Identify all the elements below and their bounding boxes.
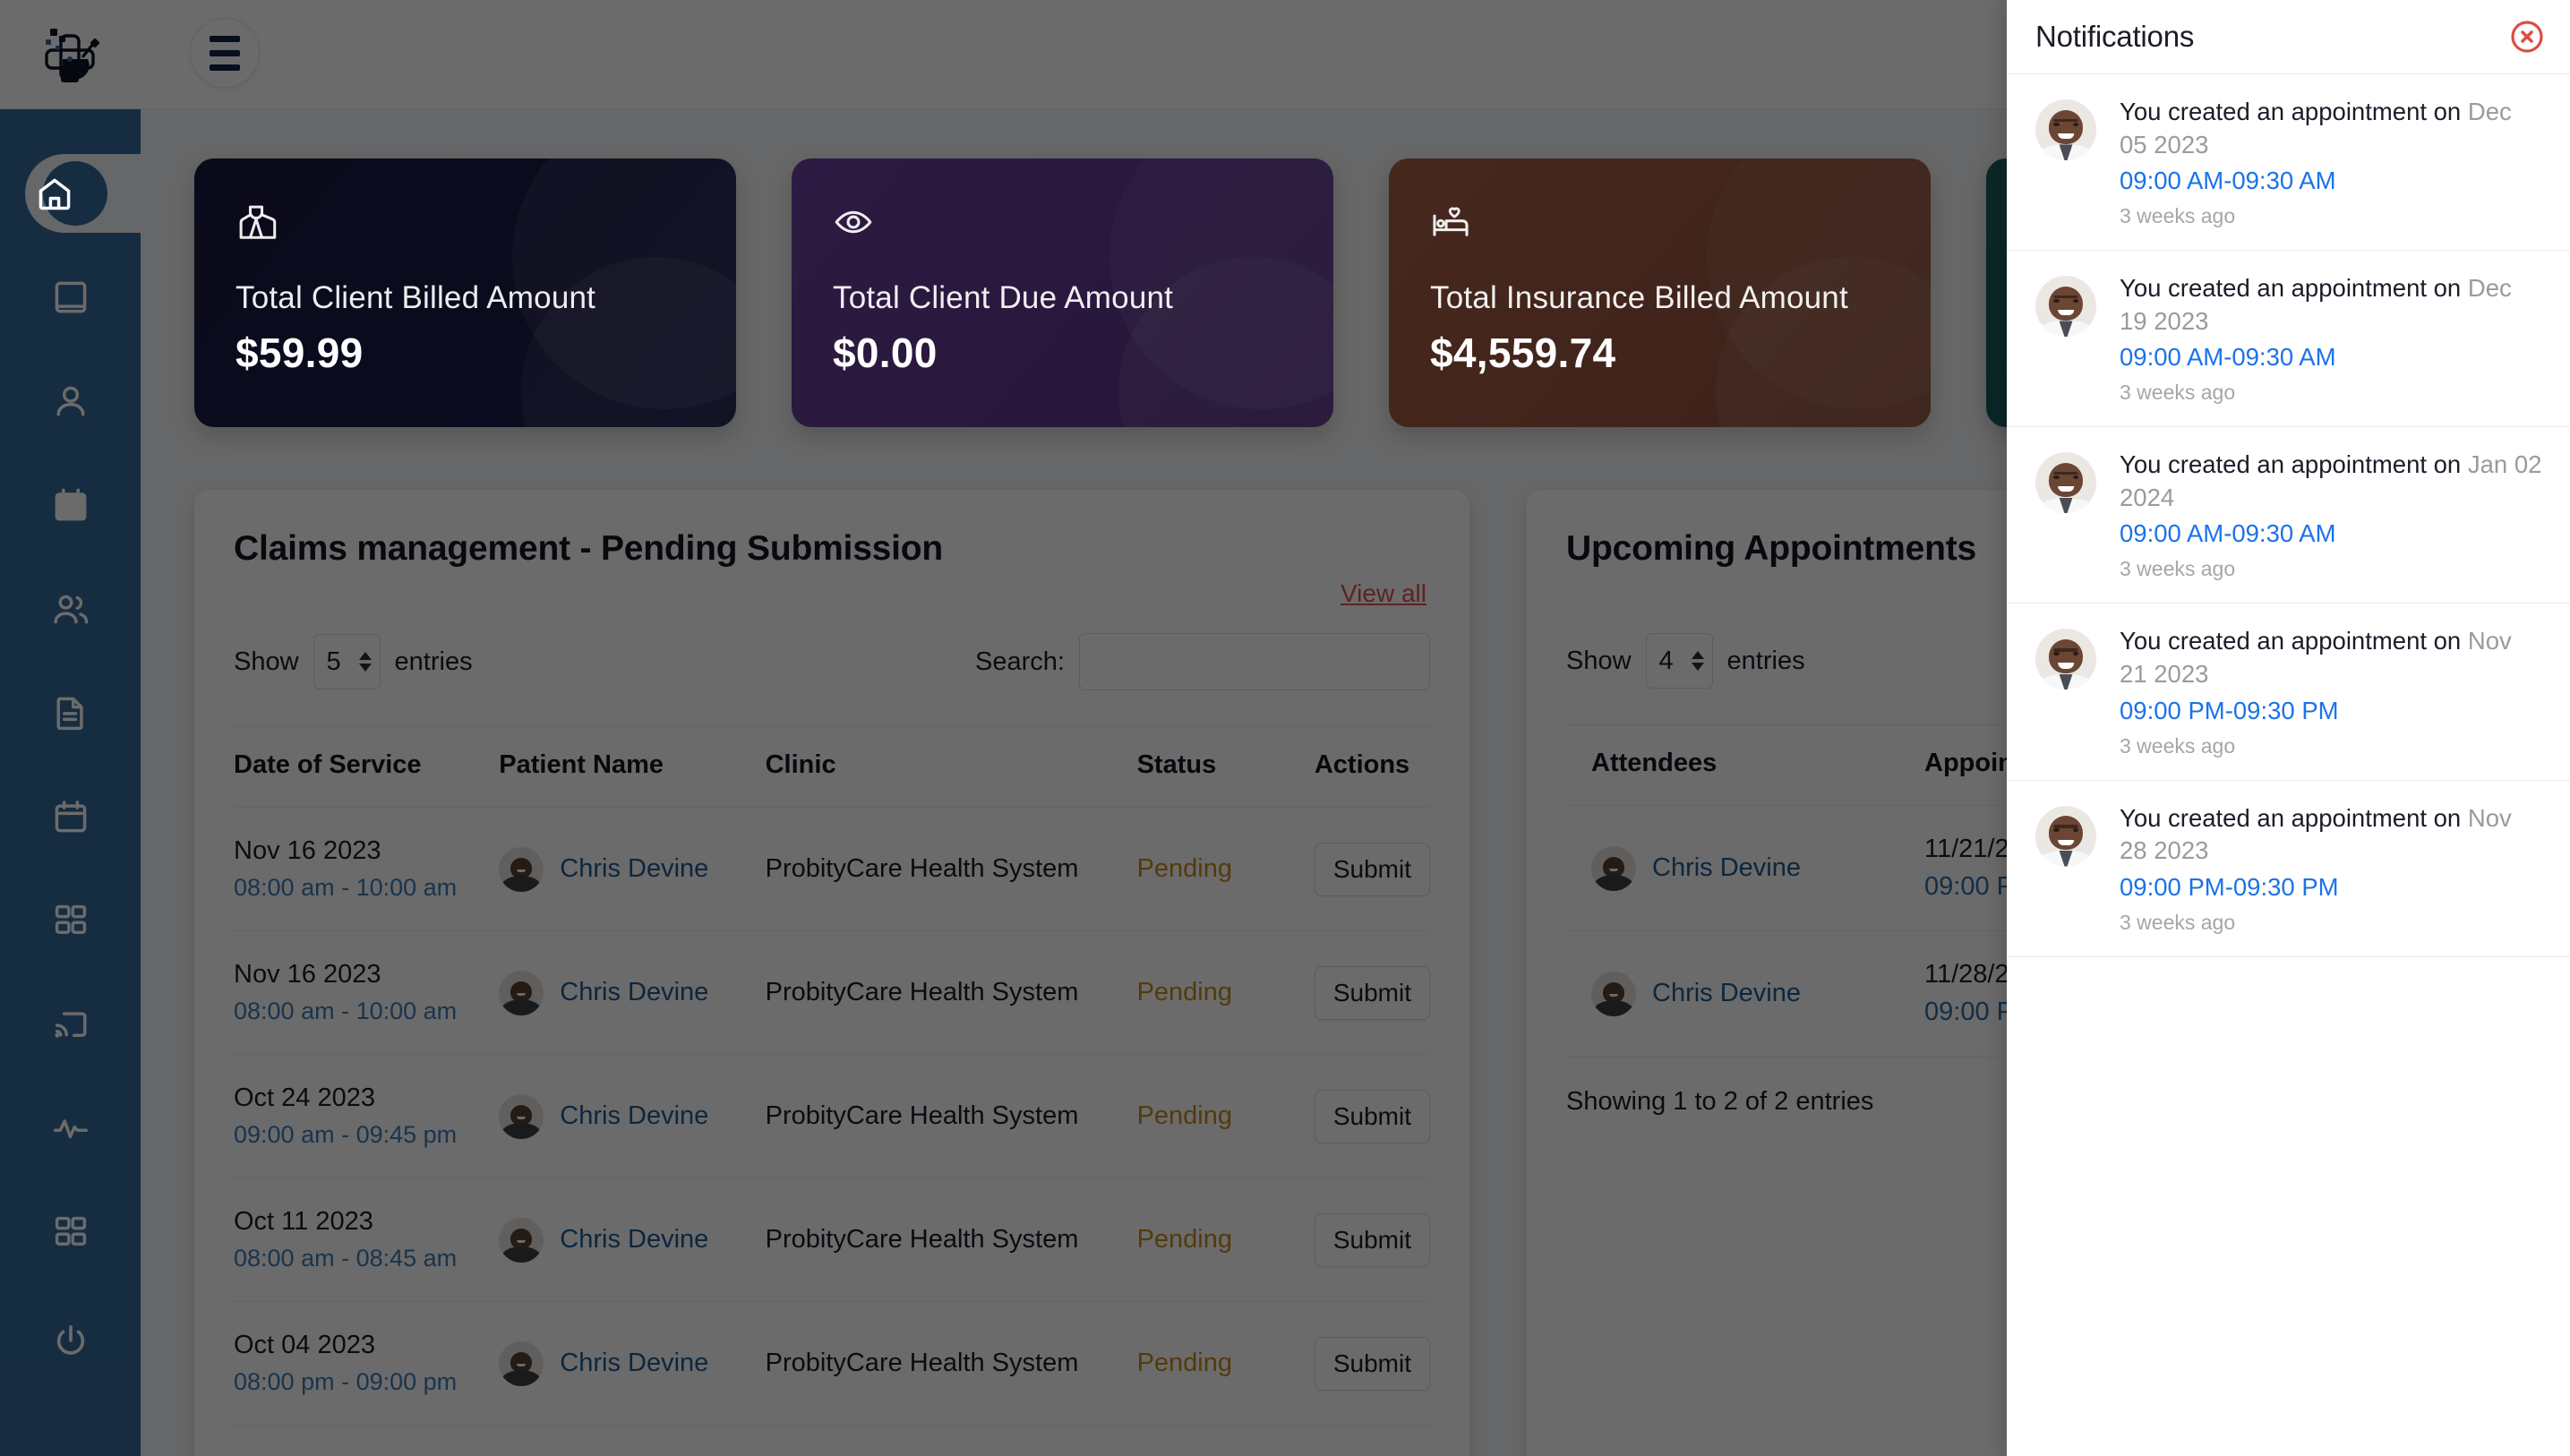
notification-time: 09:00 PM-09:30 PM [2120,872,2339,901]
stat-card-value: $59.99 [236,330,364,376]
eye-icon [833,201,1292,253]
avatar [2035,276,2096,338]
notification-message: You created an appointment on Jan 02 202… [2120,450,2542,511]
notification-relative-time: 3 weeks ago [2120,204,2236,228]
notification-item[interactable]: You created an appointment on Nov 21 202… [2007,604,2570,781]
notification-message: You created an appointment on Dec 19 202… [2120,274,2512,335]
avatar [2035,629,2096,690]
notification-message: You created an appointment on Nov 28 202… [2120,803,2512,865]
stat-card-value: $0.00 [833,330,938,376]
notification-message: You created an appointment on Nov 21 202… [2120,627,2512,688]
hospital-bed-icon [1430,201,1889,253]
notification-item[interactable]: You created an appointment on Dec 05 202… [2007,74,2570,252]
notification-relative-time: 3 weeks ago [2120,733,2236,758]
application-root: Total Client Billed Amount $59.99 Total … [0,0,2570,1456]
notification-time: 09:00 AM-09:30 AM [2120,519,2336,548]
avatar [2035,452,2096,514]
home-icon [39,178,70,210]
stat-card-title: Total Insurance Billed Amount [1430,280,1848,315]
notification-time: 09:00 AM-09:30 AM [2120,167,2336,195]
stat-card-title: Total Client Due Amount [833,280,1174,315]
notification-relative-time: 3 weeks ago [2120,381,2236,405]
notification-relative-time: 3 weeks ago [2120,910,2236,934]
stat-card-value: $4,559.74 [1430,330,1616,376]
notification-item[interactable]: You created an appointment on Dec 19 202… [2007,251,2570,428]
close-circle-icon[interactable] [2509,19,2545,55]
notifications-drawer: Notifications You created an appointment… [2007,0,2570,1456]
notifications-title: Notifications [2035,20,2195,53]
notification-relative-time: 3 weeks ago [2120,557,2236,581]
notification-time: 09:00 PM-09:30 PM [2120,696,2339,724]
avatar [2035,805,2096,867]
avatar [2035,99,2096,160]
notifications-list[interactable]: You created an appointment on Dec 05 202… [2007,74,2570,1456]
notifications-header: Notifications [2007,0,2570,74]
stat-card-title: Total Client Billed Amount [236,280,596,315]
notification-item[interactable]: You created an appointment on Jan 02 202… [2007,427,2570,604]
notification-time: 09:00 AM-09:30 AM [2120,343,2336,372]
notification-message: You created an appointment on Dec 05 202… [2120,98,2512,158]
notification-item[interactable]: You created an appointment on Nov 28 202… [2007,781,2570,957]
doctor-icon [236,201,695,253]
